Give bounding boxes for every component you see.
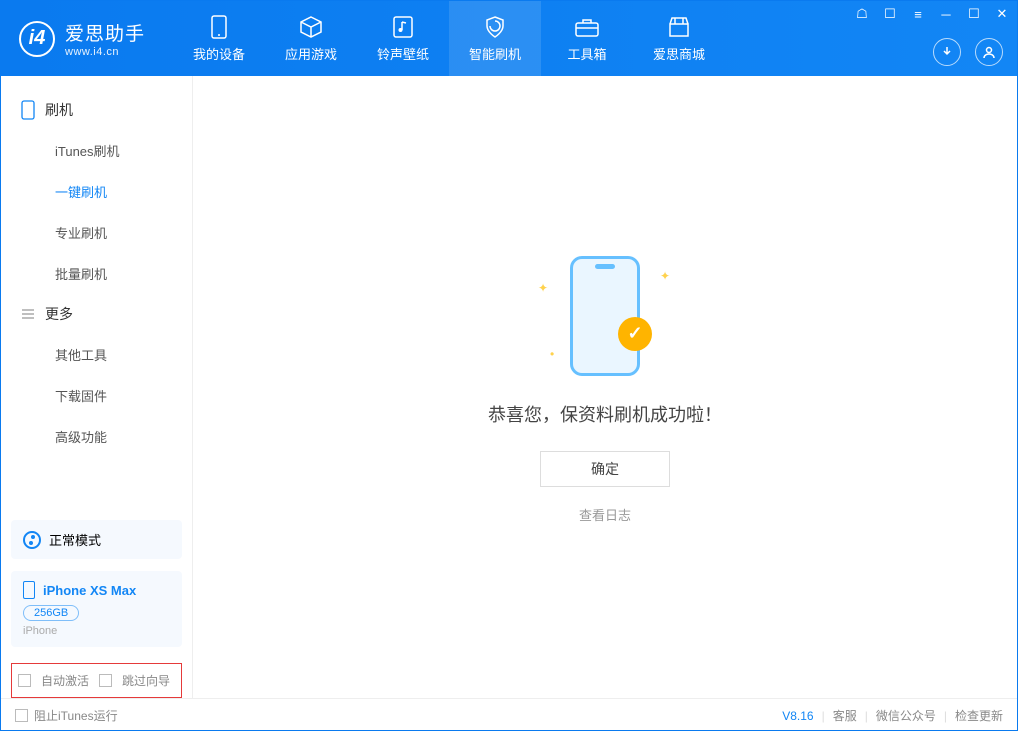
mode-icon	[23, 531, 41, 549]
phone-icon	[21, 100, 35, 120]
feedback-icon[interactable]: ☐	[883, 7, 897, 21]
tab-store[interactable]: 爱思商城	[633, 1, 725, 76]
success-message: 恭喜您，保资料刷机成功啦！	[488, 401, 722, 427]
user-icon[interactable]	[975, 38, 1003, 66]
logo-icon: i4	[19, 21, 55, 57]
app-header: i4 爱思助手 www.i4.cn 我的设备 应用游戏 铃声壁纸 智能刷机 工具…	[1, 1, 1017, 76]
sidebar-item-oneclick[interactable]: 一键刷机	[1, 171, 192, 212]
sidebar-item-pro[interactable]: 专业刷机	[1, 212, 192, 253]
success-illustration: ✦✦• ✓	[530, 251, 680, 381]
phone-icon	[23, 581, 35, 599]
list-icon	[21, 307, 35, 321]
sidebar-group-flash: 刷机	[1, 90, 192, 130]
music-icon	[390, 14, 416, 40]
minimize-button[interactable]: ─	[939, 7, 953, 21]
device-type: iPhone	[23, 625, 170, 637]
block-itunes-checkbox[interactable]	[15, 709, 28, 722]
sidebar-item-firmware[interactable]: 下载固件	[1, 375, 192, 416]
menu-icon[interactable]: ≡	[911, 7, 925, 21]
shirt-icon[interactable]: ☖	[855, 7, 869, 21]
window-controls: ☖ ☐ ≡ ─ ☐ ✕	[855, 7, 1009, 21]
download-icon[interactable]	[933, 38, 961, 66]
tab-toolbox[interactable]: 工具箱	[541, 1, 633, 76]
store-icon	[666, 14, 692, 40]
update-link[interactable]: 检查更新	[955, 707, 1003, 724]
main-tabs: 我的设备 应用游戏 铃声壁纸 智能刷机 工具箱 爱思商城	[173, 1, 725, 76]
version-label: V8.16	[782, 709, 813, 723]
tab-apps[interactable]: 应用游戏	[265, 1, 357, 76]
view-log-link[interactable]: 查看日志	[579, 505, 631, 524]
ok-button[interactable]: 确定	[540, 451, 670, 487]
sidebar-group-more: 更多	[1, 294, 192, 334]
sidebar-item-batch[interactable]: 批量刷机	[1, 253, 192, 294]
cube-icon	[298, 14, 324, 40]
check-icon: ✓	[618, 317, 652, 351]
skip-guide-checkbox[interactable]	[99, 674, 112, 687]
app-logo: i4 爱思助手 www.i4.cn	[1, 19, 163, 58]
app-subtitle: www.i4.cn	[65, 46, 145, 58]
toolbox-icon	[574, 14, 600, 40]
tab-ringtones[interactable]: 铃声壁纸	[357, 1, 449, 76]
wechat-link[interactable]: 微信公众号	[876, 707, 936, 724]
flash-options: 自动激活 跳过向导	[11, 663, 182, 698]
tab-my-device[interactable]: 我的设备	[173, 1, 265, 76]
sidebar-item-advanced[interactable]: 高级功能	[1, 416, 192, 457]
shield-icon	[482, 14, 508, 40]
device-name: iPhone XS Max	[43, 583, 136, 598]
close-button[interactable]: ✕	[995, 7, 1009, 21]
tab-flash[interactable]: 智能刷机	[449, 1, 541, 76]
device-icon	[206, 14, 232, 40]
app-title: 爱思助手	[65, 19, 145, 46]
support-link[interactable]: 客服	[833, 707, 857, 724]
auto-activate-checkbox[interactable]	[18, 674, 31, 687]
sidebar-item-itunes[interactable]: iTunes刷机	[1, 130, 192, 171]
main-content: ✦✦• ✓ 恭喜您，保资料刷机成功啦！ 确定 查看日志	[193, 76, 1017, 698]
storage-badge: 256GB	[23, 605, 79, 621]
footer: 阻止iTunes运行 V8.16 | 客服 | 微信公众号 | 检查更新	[1, 698, 1017, 732]
sidebar: 刷机 iTunes刷机 一键刷机 专业刷机 批量刷机 更多 其他工具 下载固件 …	[1, 76, 193, 698]
device-card[interactable]: iPhone XS Max 256GB iPhone	[11, 571, 182, 647]
mode-card[interactable]: 正常模式	[11, 520, 182, 559]
maximize-button[interactable]: ☐	[967, 7, 981, 21]
sidebar-item-other[interactable]: 其他工具	[1, 334, 192, 375]
